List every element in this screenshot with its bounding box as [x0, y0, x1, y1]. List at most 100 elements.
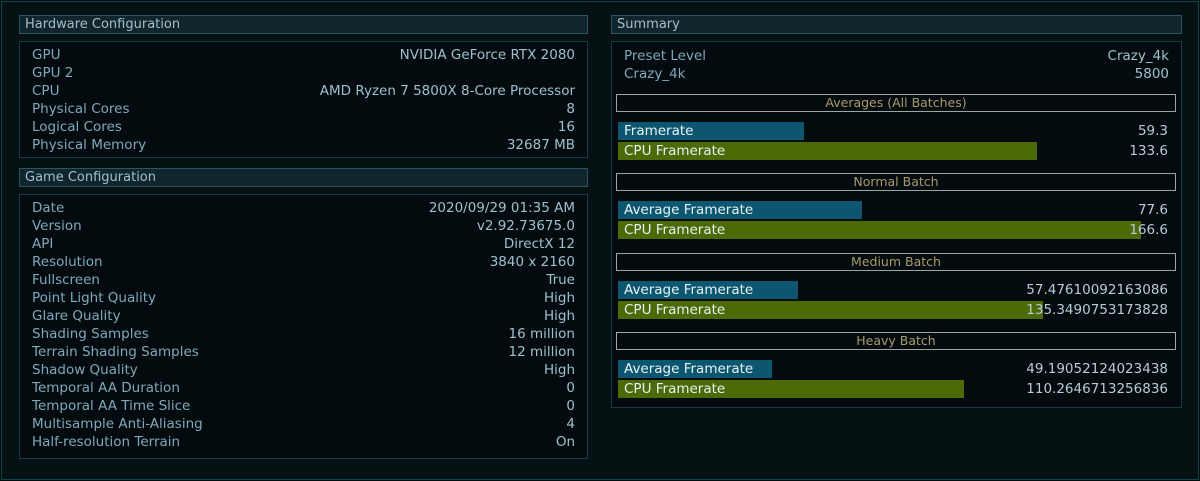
config-row-fullscreen: Fullscreen True	[32, 271, 575, 289]
config-row-logical-cores: Logical Cores 16	[32, 118, 575, 136]
config-value: 0	[566, 380, 575, 396]
config-label: Fullscreen	[32, 272, 100, 288]
game-config-title: Game Configuration	[25, 170, 156, 185]
config-label: Date	[32, 200, 65, 216]
config-value: 8	[566, 101, 575, 117]
config-value: High	[543, 290, 575, 306]
config-label: Preset Level	[624, 48, 707, 64]
bar-row-cpu-framerate: CPU Framerate 133.6	[618, 142, 1168, 160]
bar-row-cpu-framerate: CPU Framerate 110.2646713256836	[618, 380, 1168, 398]
config-row-shading-samples: Shading Samples 16 million	[32, 325, 575, 343]
config-row-gpu: GPU NVIDIA GeForce RTX 2080	[32, 46, 575, 64]
section-header-heavy-batch: Heavy Batch	[616, 332, 1176, 350]
config-row-gpu-2: GPU 2	[32, 64, 575, 82]
config-value: v2.92.73675.0	[476, 218, 575, 234]
config-row-half-resolution-terrain: Half-resolution Terrain On	[32, 433, 575, 451]
bar-label: Average Framerate	[624, 282, 754, 298]
config-value: 12 million	[508, 344, 575, 360]
bar-label: Average Framerate	[624, 361, 754, 377]
hardware-config-header: Hardware Configuration	[19, 15, 588, 34]
config-row-physical-memory: Physical Memory 32687 MB	[32, 136, 575, 154]
config-row-version: Version v2.92.73675.0	[32, 217, 575, 235]
config-value: 4	[566, 416, 575, 432]
config-label: Half-resolution Terrain	[32, 434, 181, 450]
config-value: AMD Ryzen 7 5800X 8-Core Processor	[319, 83, 575, 99]
summary-header: Summary	[611, 15, 1182, 34]
config-row-temporal-aa-time-slice: Temporal AA Time Slice 0	[32, 397, 575, 415]
config-value: 16	[557, 119, 575, 135]
summary-title: Summary	[617, 17, 680, 32]
bar-label: CPU Framerate	[624, 381, 726, 397]
config-value: 16 million	[508, 326, 575, 342]
config-value: 3840 x 2160	[489, 254, 575, 270]
config-value: 2020/09/29 01:35 AM	[428, 200, 575, 216]
section-header-averages-all-batches: Averages (All Batches)	[616, 94, 1176, 112]
config-label: GPU	[32, 47, 61, 63]
config-label: Temporal AA Duration	[32, 380, 180, 396]
config-label: GPU 2	[32, 65, 74, 81]
config-row-point-light-quality: Point Light Quality High	[32, 289, 575, 307]
section-header-normal-batch: Normal Batch	[616, 173, 1176, 191]
bar-row-cpu-framerate: CPU Framerate 166.6	[618, 221, 1168, 239]
config-label: Resolution	[32, 254, 103, 270]
config-value: 0	[566, 398, 575, 414]
config-row-preset-level: Preset Level Crazy_4k	[624, 47, 1169, 65]
config-value: NVIDIA GeForce RTX 2080	[399, 47, 575, 63]
config-label: Logical Cores	[32, 119, 122, 135]
config-label: Point Light Quality	[32, 290, 157, 306]
bar-value: 49.19052124023438	[1026, 361, 1168, 377]
config-label: Shadow Quality	[32, 362, 138, 378]
config-label: Physical Cores	[32, 101, 130, 117]
bar-value: 59.3	[1137, 123, 1168, 139]
config-label: Temporal AA Time Slice	[32, 398, 191, 414]
bar-value: 57.47610092163086	[1026, 282, 1168, 298]
config-label: CPU	[32, 83, 60, 99]
config-label: API	[32, 236, 54, 252]
config-value: 5800	[1134, 66, 1169, 82]
config-row-multisample-anti-aliasing: Multisample Anti-Aliasing 4	[32, 415, 575, 433]
hardware-config-panel: GPU NVIDIA GeForce RTX 2080 GPU 2 CPU AMD Ry…	[19, 41, 588, 158]
config-value: True	[546, 272, 575, 288]
config-row-shadow-quality: Shadow Quality High	[32, 361, 575, 379]
bar-row-average-framerate: Average Framerate 77.6	[618, 201, 1168, 219]
config-value: High	[543, 362, 575, 378]
config-label: Glare Quality	[32, 308, 121, 324]
config-row-terrain-shading-samples: Terrain Shading Samples 12 million	[32, 343, 575, 361]
bar-value: 77.6	[1137, 202, 1168, 218]
config-value: DirectX 12	[503, 236, 575, 252]
bar-label: Average Framerate	[624, 202, 754, 218]
hardware-config-title: Hardware Configuration	[25, 17, 181, 32]
config-row-glare-quality: Glare Quality High	[32, 307, 575, 325]
bar-label: CPU Framerate	[624, 302, 726, 318]
bar-label: CPU Framerate	[624, 222, 726, 238]
bar-value: 110.2646713256836	[1026, 381, 1168, 397]
config-value: Crazy_4k	[1107, 48, 1169, 64]
game-config-header: Game Configuration	[19, 168, 588, 187]
config-row-physical-cores: Physical Cores 8	[32, 100, 575, 118]
bar-row-average-framerate: Average Framerate 49.19052124023438	[618, 360, 1168, 378]
bar-value: 166.6	[1129, 222, 1168, 238]
config-label: Shading Samples	[32, 326, 149, 342]
config-label: Multisample Anti-Aliasing	[32, 416, 203, 432]
config-label: Terrain Shading Samples	[32, 344, 199, 360]
config-value: High	[543, 308, 575, 324]
config-row-cpu: CPU AMD Ryzen 7 5800X 8-Core Processor	[32, 82, 575, 100]
config-row-api: API DirectX 12	[32, 235, 575, 253]
bar-value: 135.3490753173828	[1026, 302, 1168, 318]
bar-row-framerate: Framerate 59.3	[618, 122, 1168, 140]
bar-row-cpu-framerate: CPU Framerate 135.3490753173828	[618, 301, 1168, 319]
config-row-crazy-4k: Crazy_4k 5800	[624, 65, 1169, 83]
game-config-panel: Date 2020/09/29 01:35 AM Version v2.92.7367…	[19, 194, 588, 459]
config-label: Crazy_4k	[624, 66, 686, 82]
bar-value: 133.6	[1129, 143, 1168, 159]
bar-label: CPU Framerate	[624, 143, 726, 159]
bar-label: Framerate	[624, 123, 694, 139]
bar-row-average-framerate: Average Framerate 57.47610092163086	[618, 281, 1168, 299]
config-row-temporal-aa-duration: Temporal AA Duration 0	[32, 379, 575, 397]
config-row-resolution: Resolution 3840 x 2160	[32, 253, 575, 271]
config-label: Physical Memory	[32, 137, 147, 153]
config-value: On	[555, 434, 575, 450]
config-row-date: Date 2020/09/29 01:35 AM	[32, 199, 575, 217]
config-value: 32687 MB	[506, 137, 575, 153]
section-header-medium-batch: Medium Batch	[616, 253, 1176, 271]
